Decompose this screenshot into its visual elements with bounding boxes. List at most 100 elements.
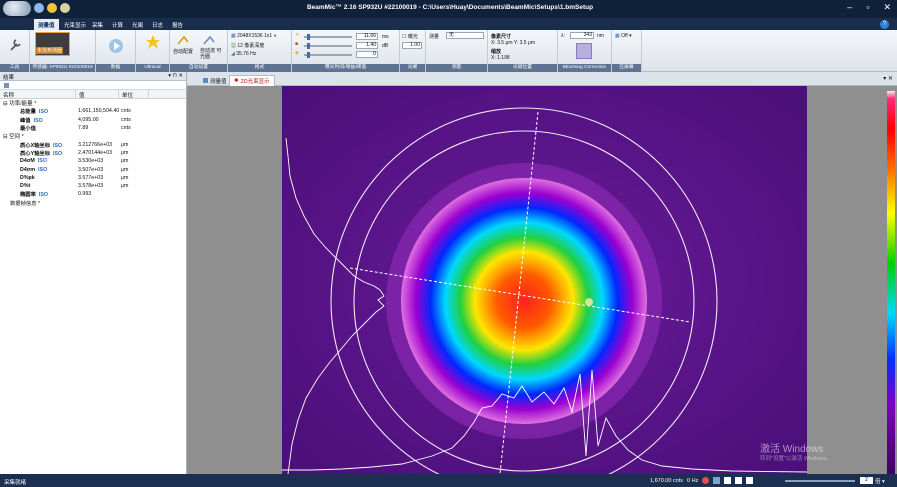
section-spatial[interactable]: ⊟ 空间 * (0, 132, 186, 140)
quick-open-icon[interactable] (60, 3, 70, 13)
group-display: ▦ Off ▾ 在屏幕 (612, 30, 642, 72)
blooming-correction-icon[interactable] (576, 43, 592, 59)
doc-tab-measurements[interactable]: 测量值 (199, 75, 231, 86)
table-row[interactable]: 最小值 7.89 cnts (0, 124, 186, 132)
group-measure: 测量 无 测量 (426, 30, 488, 72)
doc-tab-2d-beam[interactable]: ✱ 2D光束显示 (229, 75, 275, 86)
beam-image[interactable] (282, 86, 807, 474)
zoom-slider[interactable] (785, 480, 855, 482)
title-bar: BeamMic™ 2.16 SP932U #22100019 - C:\User… (0, 0, 897, 18)
display-toggle[interactable]: ▦ Off ▾ (615, 33, 632, 39)
gain-icon: ■ (295, 41, 299, 47)
tab-aperture[interactable]: 光阑 (128, 19, 147, 30)
section-frame-info[interactable]: 数据帧信息 * (0, 199, 186, 207)
app-menu-button[interactable] (3, 1, 31, 16)
table-row[interactable]: D4σm ISO 3.507e+03 μm (0, 165, 186, 173)
record-icon[interactable] (702, 477, 710, 484)
col-name[interactable]: 名称 (0, 90, 76, 99)
table-row[interactable]: 峰值 ISO 4,095.00 cnts (0, 116, 186, 124)
threshold-icon: ◈ (295, 50, 299, 56)
ribbon-tabs: 测量值 光束显示 采集 计算 光阑 日志 报告 ? (0, 18, 897, 30)
section-power[interactable]: ⊟ 功率/能量 * (0, 99, 186, 107)
threshold-slider-thumb[interactable] (307, 52, 310, 58)
copy-icon[interactable] (3, 82, 11, 89)
tab-beam-display[interactable]: 光束显示 (60, 19, 90, 30)
view-s-icon[interactable] (724, 477, 732, 484)
play-icon[interactable] (108, 38, 124, 54)
beam-icon: ✱ (234, 78, 239, 84)
gain-input[interactable]: 1.40 (356, 42, 378, 49)
zoom-unit-dropdown[interactable]: 倍 ▾ (875, 477, 885, 485)
auto-aperture-icon[interactable] (202, 34, 216, 46)
view-b-icon[interactable] (746, 477, 754, 484)
color-palette-bar (887, 91, 895, 474)
threshold-slider[interactable] (304, 54, 352, 56)
rate-readout: 0 Hz (687, 477, 699, 484)
results-panel: 结果 ▾ ⊓ ✕ 名称 值 单位 ⊟ 功率/能量 * 总能量 ISO 1,661,… (0, 72, 187, 474)
camera-select-button[interactable]: 未找到测器 (36, 47, 64, 54)
table-icon (203, 78, 208, 83)
quick-star-icon[interactable] (47, 3, 57, 13)
minimize-button[interactable]: – (847, 2, 852, 13)
table-row[interactable]: 质心Y轴坐标 ISO 2.470144e+03 μm (0, 149, 186, 157)
results-header: 结果 ▾ ⊓ ✕ (0, 72, 186, 81)
star-icon[interactable] (145, 34, 161, 50)
bit-depth-dropdown[interactable]: ▦ 12 像素深度 (231, 42, 264, 49)
status-bar: 采集就绪 1,670.00 cnts 0 Hz 2 倍 ▾ (0, 474, 897, 487)
doc-close-icon[interactable]: ▾ ✕ (883, 75, 893, 82)
wavelength-input[interactable]: 343 (570, 32, 594, 39)
window-title: BeamMic™ 2.16 SP932U #22100019 - C:\User… (306, 4, 594, 11)
maximize-button[interactable]: ▫ (866, 2, 869, 13)
auto-config-label: 自动配置 (173, 49, 194, 55)
threshold-input[interactable]: 0 (356, 51, 378, 58)
resolution-dropdown[interactable]: ▦ 2048X1536 1x1 ● (231, 33, 277, 39)
measure-dropdown[interactable]: 无 (446, 32, 484, 39)
results-columns: 名称 值 单位 (0, 90, 186, 99)
gain-slider[interactable] (304, 45, 352, 47)
auto-setup-icon[interactable] (176, 34, 190, 46)
tab-report[interactable]: 报告 (168, 19, 187, 30)
ribbon: 工具 未找到测器 传感器: SP932U #22100019 数据 Ultrac… (0, 30, 897, 72)
view-u-icon[interactable] (735, 477, 743, 484)
document-tabs: 测量值 ✱ 2D光束显示 ▾ ✕ (187, 72, 897, 86)
exposure-input[interactable]: 11.66 (356, 33, 378, 40)
group-autosetup: 自动配置 自动流 可 光圈 自动设置 (170, 30, 228, 72)
tab-capture[interactable]: 采集 (88, 19, 107, 30)
tab-measurements[interactable]: 测量值 (34, 19, 59, 30)
exposure-slider[interactable] (304, 36, 352, 38)
gain-slider-thumb[interactable] (307, 43, 310, 49)
col-value[interactable]: 值 (76, 90, 119, 99)
table-row[interactable]: D4σM ISO 3.530e+03 μm (0, 157, 186, 165)
help-icon[interactable]: ? (880, 20, 889, 29)
scale-value: X: 1.198 (491, 55, 510, 61)
table-row[interactable]: 总能量 ISO 1,661,150,504.40 cnts (0, 107, 186, 115)
close-button[interactable]: ✕ (883, 2, 891, 13)
tab-compute[interactable]: 计算 (108, 19, 127, 30)
aperture-input[interactable]: 1.00 (402, 42, 422, 49)
group-blooming: λ: 343 nm Blooming Correction (558, 30, 612, 72)
tab-log[interactable]: 日志 (148, 19, 167, 30)
panel-controls[interactable]: ▾ ⊓ ✕ (168, 73, 183, 79)
quick-save-icon[interactable] (34, 3, 44, 13)
workspace: 测量值 ✱ 2D光束显示 ▾ ✕ 激活 Windows 转到"设置"以激活 Wi… (187, 72, 897, 474)
centroid-marker (585, 298, 593, 306)
exposure-slider-thumb[interactable] (307, 34, 310, 40)
table-row[interactable]: 椭圆率 ISO 0.993 (0, 190, 186, 198)
results-toolbar (0, 81, 186, 90)
group-exposure: ☀ 11.66 ms ■ 1.40 dB ◈ 0 曝光时间/增益/阈值 (292, 30, 400, 72)
beam-spot (401, 178, 647, 424)
wrench-icon[interactable] (8, 38, 22, 52)
aperture-checkbox[interactable]: ☐ 曝光 (402, 33, 418, 40)
group-record: 数据 (96, 30, 136, 72)
table-row[interactable]: 质心X轴坐标 ISO 3.212766e+03 μm (0, 140, 186, 149)
status-text: 采集就绪 (4, 480, 27, 486)
grid-icon[interactable] (713, 477, 721, 484)
measure-label: 测量 (429, 34, 440, 40)
table-row[interactable]: D%pk 3.577e+03 μm (0, 174, 186, 182)
col-unit[interactable]: 单位 (119, 90, 149, 99)
table-row[interactable]: D%t 3.578e+03 μm (0, 182, 186, 190)
group-tools: 工具 (0, 30, 30, 72)
group-format: ▦ 2048X1536 1x1 ● ▦ 12 像素深度 ◢ 35.76 Hz 格… (228, 30, 292, 72)
group-camera: 未找到测器 传感器: SP932U #22100019 (30, 30, 96, 72)
zoom-input[interactable]: 2 (860, 477, 873, 484)
